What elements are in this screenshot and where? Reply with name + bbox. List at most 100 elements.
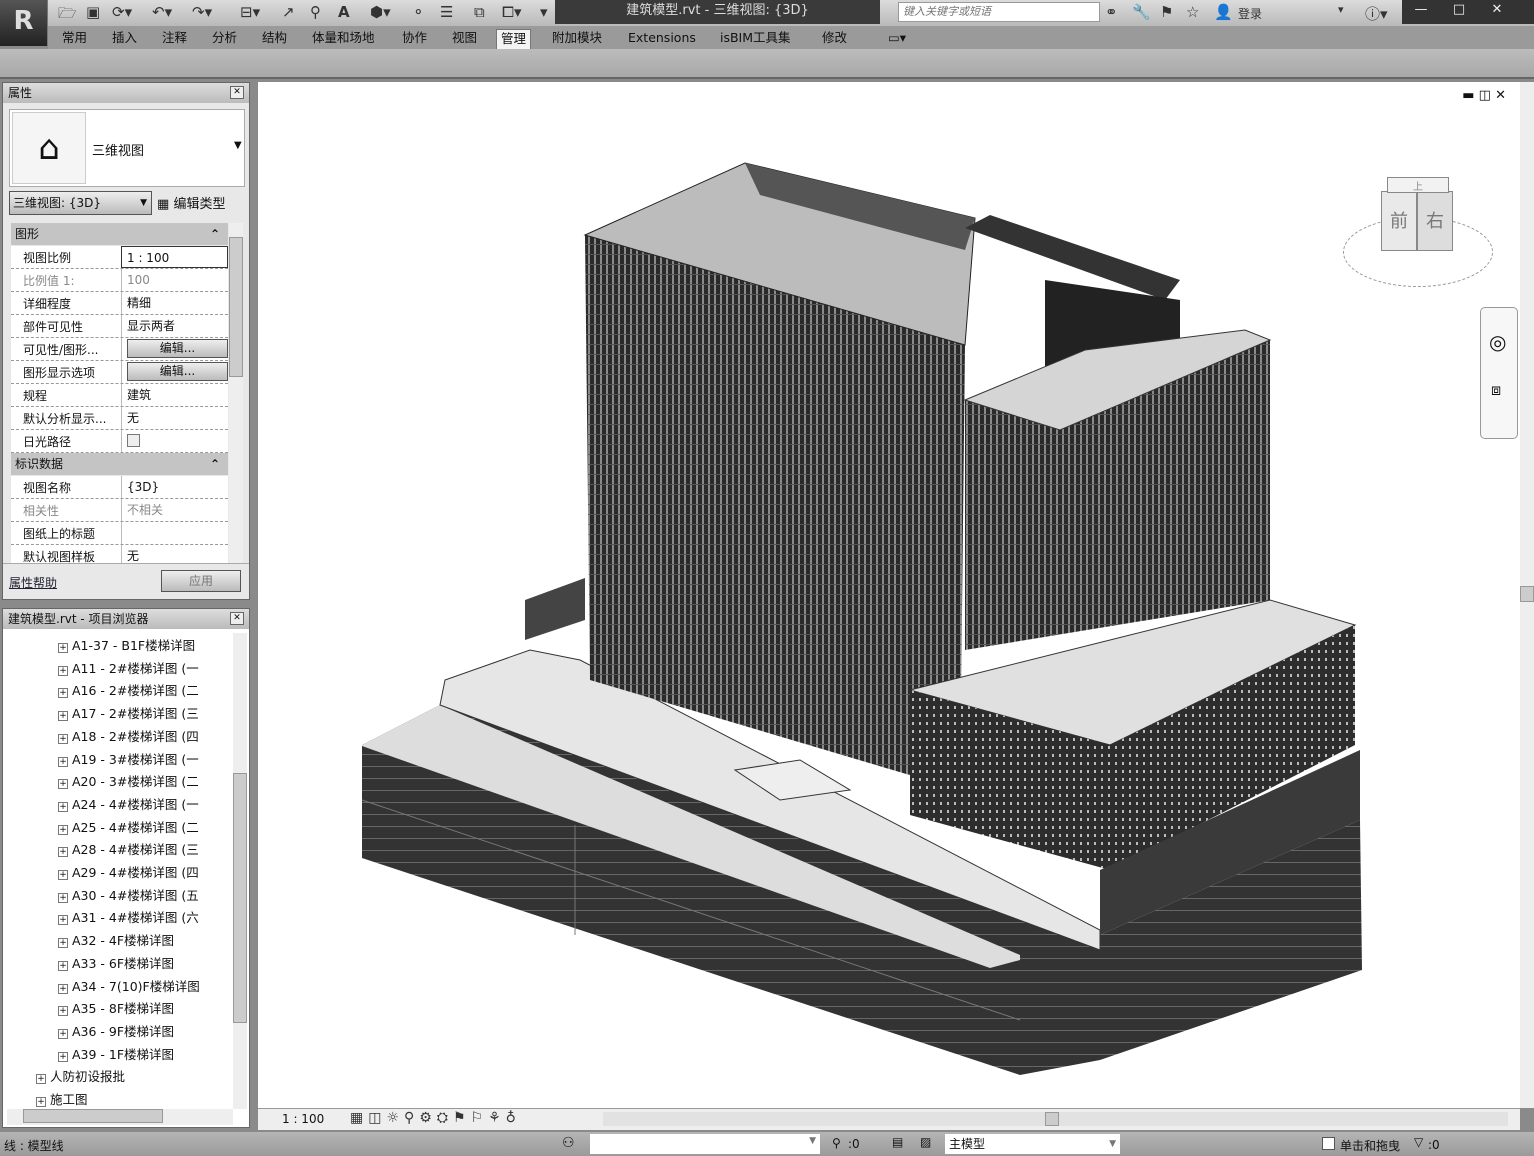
browser-item[interactable]: + A31 - 4#楼梯详图 (六 — [58, 907, 230, 926]
tab-annotate[interactable]: 注释 — [158, 29, 191, 49]
browser-item[interactable]: + A18 - 2#楼梯详图 (四 — [58, 726, 230, 745]
zoom-region-icon[interactable]: ⧈ — [1491, 380, 1501, 400]
expand-icon[interactable]: + — [58, 892, 68, 903]
dimension-icon[interactable]: ↗ — [282, 3, 295, 21]
close-icon[interactable]: ✕ — [230, 86, 244, 99]
property-group[interactable]: 图形 ⌃ — [11, 223, 228, 245]
viewport-hscrollbar[interactable] — [603, 1112, 1508, 1126]
customize-qat-icon[interactable]: ▾ — [540, 3, 548, 21]
3d-viewport[interactable]: ▬ ◫ ✕ 前 右 上 ◎ ⧈ — [258, 82, 1520, 1108]
expand-icon[interactable]: + — [58, 824, 68, 835]
tab-modify[interactable]: 修改 — [818, 29, 851, 49]
viewcube-front[interactable]: 前 — [1381, 191, 1417, 251]
minimize-view-icon[interactable]: ▬ — [1462, 88, 1474, 103]
browser-item[interactable]: + A29 - 4#楼梯详图 (四 — [58, 862, 230, 881]
edit-button[interactable]: 编辑... — [127, 362, 228, 381]
expand-icon[interactable]: + — [58, 938, 68, 949]
apply-button[interactable]: 应用 — [161, 570, 241, 592]
browser-item[interactable]: + A11 - 2#楼梯详图 (一 — [58, 658, 230, 677]
expand-icon[interactable]: + — [58, 733, 68, 744]
viewcube[interactable]: 前 右 上 — [1343, 177, 1493, 287]
close-view-icon[interactable]: ✕ — [1495, 88, 1506, 103]
expand-icon[interactable]: + — [58, 1028, 68, 1039]
expand-icon[interactable]: + — [58, 847, 68, 858]
close-button[interactable]: ✕ — [1478, 0, 1516, 20]
sun-path-checkbox[interactable] — [127, 434, 140, 447]
browser-vscrollbar[interactable] — [233, 633, 247, 1109]
design-option-dropdown[interactable]: ▼ — [590, 1134, 820, 1154]
browser-item[interactable]: + A35 - 8F楼梯详图 — [58, 998, 230, 1017]
login-dropdown-icon[interactable]: ▾ — [1338, 3, 1344, 16]
text-icon[interactable]: A — [338, 3, 350, 21]
restore-view-icon[interactable]: ◫ — [1479, 88, 1491, 103]
steering-wheel-icon[interactable]: ◎ — [1489, 330, 1506, 354]
browser-item[interactable]: + A30 - 4#楼梯详图 (五 — [58, 885, 230, 904]
property-value[interactable]: {3D} — [121, 476, 228, 498]
tab-collaborate[interactable]: 协作 — [398, 29, 431, 49]
properties-help-link[interactable]: 属性帮助 — [9, 574, 57, 591]
tab-insert[interactable]: 插入 — [108, 29, 141, 49]
expand-icon[interactable]: + — [36, 1097, 46, 1107]
expand-icon[interactable]: + — [58, 756, 68, 767]
properties-scrollbar[interactable] — [229, 223, 243, 563]
help-icon[interactable]: ⓘ▾ — [1365, 3, 1388, 24]
expand-icon[interactable]: + — [58, 711, 68, 722]
browser-item[interactable]: + A19 - 3#楼梯详图 (一 — [58, 749, 230, 768]
expand-icon[interactable]: + — [58, 870, 68, 880]
thin-lines-icon[interactable]: ☰ — [440, 3, 453, 21]
drag-checkbox[interactable] — [1322, 1137, 1335, 1150]
tab-view[interactable]: 视图 — [448, 29, 481, 49]
browser-item[interactable]: + A33 - 6F楼梯详图 — [58, 953, 230, 972]
workset-dropdown[interactable]: 主模型 ▼ — [945, 1134, 1120, 1154]
user-icon[interactable]: 👤 — [1214, 3, 1233, 21]
section-icon[interactable]: ⚬ — [412, 3, 425, 21]
expand-icon[interactable]: + — [58, 960, 68, 971]
expand-icon[interactable]: + — [58, 688, 68, 699]
browser-item[interactable]: + A32 - 4F楼梯详图 — [58, 930, 230, 949]
view-scale[interactable]: 1 : 100 — [282, 1112, 324, 1126]
expand-icon[interactable]: + — [36, 1074, 46, 1085]
expand-icon[interactable]: + — [58, 915, 68, 926]
instance-type-dropdown[interactable]: 三维视图: {3D} ▼ — [9, 191, 152, 215]
editable-only-icon[interactable]: ⚲ — [832, 1136, 841, 1150]
browser-item[interactable]: + A25 - 4#楼梯详图 (二 — [58, 817, 230, 836]
browser-item[interactable]: + A17 - 2#楼梯详图 (三 — [58, 703, 230, 722]
viewcube-top[interactable]: 上 — [1387, 177, 1449, 193]
application-menu-button[interactable]: R — [0, 0, 48, 46]
property-value[interactable] — [121, 522, 228, 544]
worksets-icon[interactable]: ⚇ — [562, 1135, 575, 1151]
property-value[interactable]: 建筑 — [121, 384, 228, 406]
maximize-button[interactable]: □ — [1440, 0, 1478, 20]
communication-icon[interactable]: ⚑ — [1160, 3, 1173, 21]
viewcube-right[interactable]: 右 — [1417, 191, 1453, 251]
filter-icon[interactable]: ▽ — [1414, 1135, 1423, 1149]
browser-item[interactable]: + A24 - 4#楼梯详图 (一 — [58, 794, 230, 813]
browser-item[interactable]: + A34 - 7(10)F楼梯详图 — [58, 976, 230, 995]
minimize-button[interactable]: — — [1402, 0, 1440, 20]
browser-item[interactable]: + A36 - 9F楼梯详图 — [58, 1021, 230, 1040]
ribbon-minimize-icon[interactable]: ▭▾ — [884, 29, 910, 49]
redo-icon[interactable]: ↷▾ — [192, 3, 212, 21]
tab-isbim[interactable]: isBIM工具集 — [716, 29, 795, 49]
expand-icon[interactable]: + — [58, 983, 68, 994]
login-link[interactable]: 登录 — [1238, 5, 1262, 22]
expand-icon[interactable]: + — [58, 1006, 68, 1017]
editing-requests-icon[interactable]: ▤ — [892, 1135, 903, 1149]
property-value[interactable]: 显示两者 — [121, 315, 228, 337]
save-icon[interactable]: ▣ — [86, 3, 100, 21]
binoculars-icon[interactable]: ⚭ — [1105, 3, 1118, 21]
property-value[interactable]: 无 — [121, 407, 228, 429]
open-icon[interactable]: 🗁 — [58, 3, 77, 28]
expand-icon[interactable]: + — [58, 779, 68, 790]
property-value[interactable]: 精细 — [121, 292, 228, 314]
favorites-icon[interactable]: ☆ — [1186, 3, 1199, 21]
expand-icon[interactable]: + — [58, 801, 68, 812]
viewport-vscrollbar[interactable] — [1520, 82, 1534, 1108]
expand-icon[interactable]: + — [58, 665, 68, 676]
browser-item[interactable]: + A39 - 1F楼梯详图 — [58, 1044, 230, 1063]
tab-analyze[interactable]: 分析 — [208, 29, 241, 49]
tab-structure[interactable]: 结构 — [258, 29, 291, 49]
tab-massing-site[interactable]: 体量和场地 — [308, 29, 379, 49]
3d-view-icon[interactable]: ⬢▾ — [370, 3, 391, 21]
close-icon[interactable]: ✕ — [230, 612, 244, 625]
